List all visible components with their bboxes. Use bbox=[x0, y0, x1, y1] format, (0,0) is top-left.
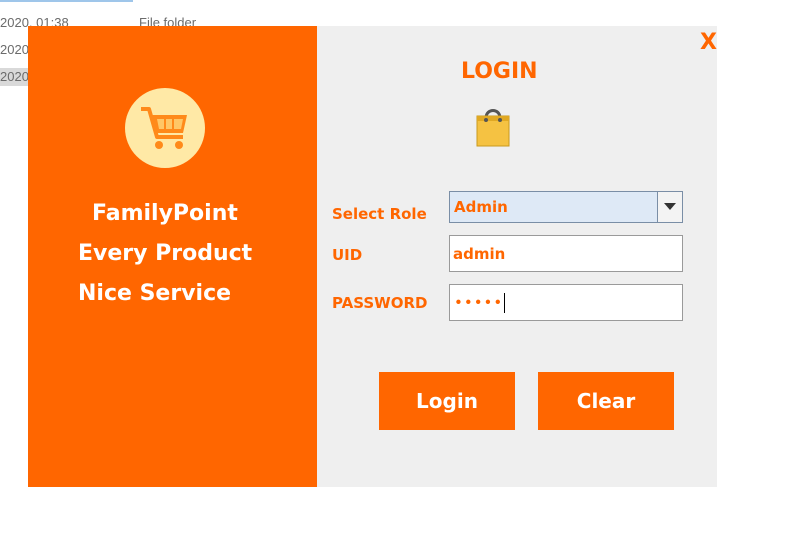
triangle-down-icon[interactable] bbox=[657, 192, 682, 222]
password-label: PASSWORD bbox=[332, 294, 428, 312]
password-input-value: ••••• bbox=[454, 293, 506, 313]
role-label: Select Role bbox=[332, 205, 427, 223]
login-button[interactable]: Login bbox=[379, 372, 515, 430]
login-window: FamilyPoint Every Product Nice Service X… bbox=[28, 26, 717, 487]
file-date: 2020 bbox=[0, 42, 29, 57]
close-button[interactable]: X bbox=[700, 30, 717, 55]
explorer-file-row-selected[interactable]: 2020 bbox=[0, 68, 29, 86]
shopping-cart-icon bbox=[125, 88, 205, 168]
uid-input-value: admin bbox=[453, 245, 506, 263]
role-select-value: Admin bbox=[454, 198, 508, 216]
brand-tagline-1: Every Product bbox=[78, 241, 253, 266]
password-input[interactable]: ••••• bbox=[449, 284, 683, 321]
brand-tagline-2: Nice Service bbox=[78, 281, 232, 306]
shopping-bag-icon bbox=[474, 104, 512, 148]
login-title: LOGIN bbox=[461, 59, 538, 84]
role-select[interactable]: Admin bbox=[449, 191, 683, 223]
explorer-selection-line bbox=[0, 0, 133, 2]
brand-panel: FamilyPoint Every Product Nice Service bbox=[28, 26, 317, 487]
clear-button[interactable]: Clear bbox=[538, 372, 674, 430]
brand-name: FamilyPoint bbox=[92, 201, 238, 226]
uid-input[interactable]: admin bbox=[449, 235, 683, 272]
file-date: 2020 bbox=[0, 69, 29, 84]
uid-label: UID bbox=[332, 246, 363, 264]
